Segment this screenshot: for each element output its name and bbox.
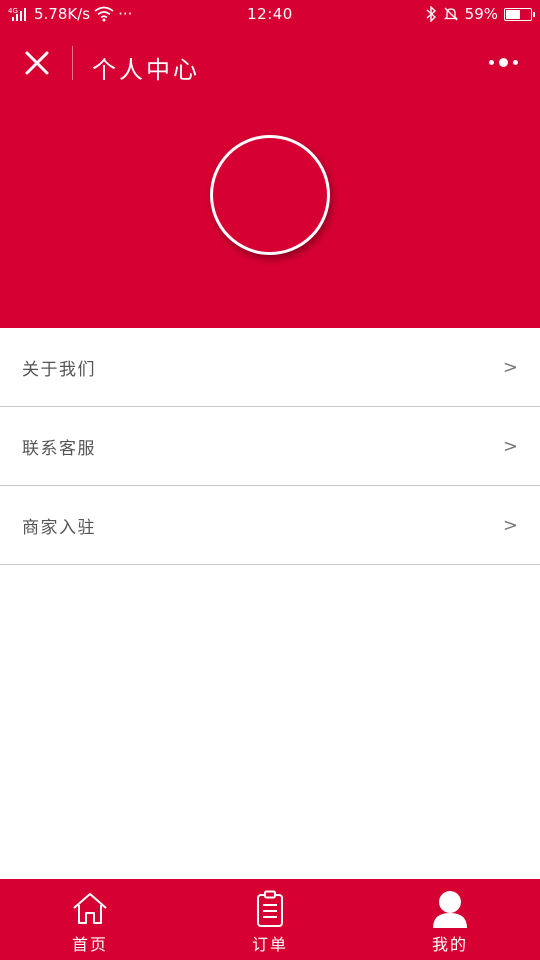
page-title: 个人中心 <box>92 56 200 84</box>
tab-label: 我的 <box>431 935 468 954</box>
close-icon <box>25 51 49 75</box>
chevron-right-icon: > <box>502 435 518 457</box>
tab-home[interactable]: 首页 <box>0 879 180 960</box>
clipboard-icon <box>254 889 286 929</box>
tab-label: 订单 <box>251 935 288 954</box>
profile-header: 个人中心 <box>0 30 540 328</box>
user-icon <box>431 889 469 929</box>
bluetooth-icon <box>425 6 437 22</box>
status-right: 59% <box>425 5 535 23</box>
menu-list: 关于我们 > 联系客服 > 商家入驻 > <box>0 328 540 565</box>
menu-item-merchant-join[interactable]: 商家入驻 > <box>0 486 540 565</box>
menu-item-customer-service[interactable]: 联系客服 > <box>0 407 540 486</box>
battery-percent: 59% <box>464 5 498 23</box>
more-dot-icon <box>512 59 518 65</box>
close-button[interactable] <box>20 46 54 80</box>
chevron-right-icon: > <box>502 356 518 378</box>
header-divider <box>72 46 73 80</box>
more-dot-icon <box>488 59 494 65</box>
status-bar: 4G 5.78K/s ··· 12:40 59% <box>0 0 540 30</box>
chevron-right-icon: > <box>502 514 518 536</box>
tab-orders[interactable]: 订单 <box>180 879 360 960</box>
avatar[interactable] <box>210 135 330 255</box>
tab-label: 首页 <box>71 935 108 954</box>
more-dot-icon <box>498 57 508 67</box>
menu-item-label: 关于我们 <box>22 359 96 380</box>
tab-bar: 首页 订单 我的 <box>0 879 540 960</box>
more-button[interactable] <box>486 52 520 72</box>
tab-mine[interactable]: 我的 <box>360 879 540 960</box>
bell-muted-icon <box>443 6 459 22</box>
menu-item-label: 商家入驻 <box>22 517 96 538</box>
menu-item-label: 联系客服 <box>22 438 96 459</box>
battery-icon <box>504 7 535 21</box>
home-icon <box>72 889 108 929</box>
battery-fill <box>506 9 520 19</box>
menu-item-about-us[interactable]: 关于我们 > <box>0 328 540 407</box>
